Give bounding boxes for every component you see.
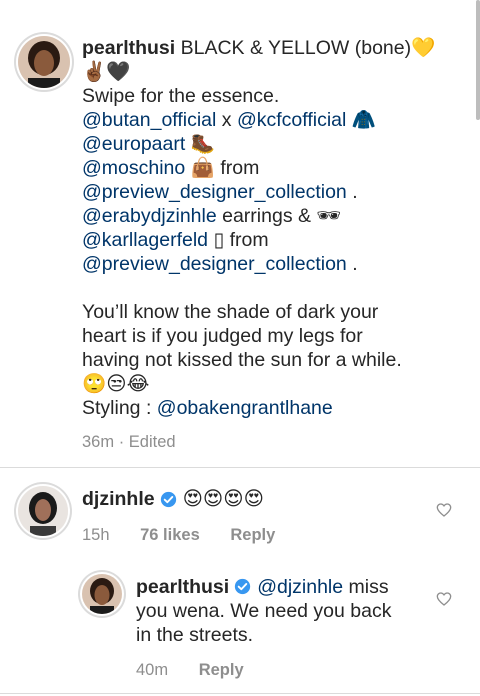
comment-time: 15h [82, 526, 110, 544]
styling-label: Styling : [82, 397, 157, 419]
reply-text-2: you wena. We need you back [136, 600, 392, 622]
mention-europaart[interactable]: @europaart [82, 133, 185, 155]
mention-kcfc[interactable]: @kcfcofficial [237, 109, 346, 131]
reply-pearlthusi: pearlthusi @djzinhle miss you wena. We ne… [136, 575, 426, 680]
caption-time: 36m [82, 433, 115, 451]
handbag-emoji: 👜 [190, 156, 215, 179]
caption-title: BLACK & YELLOW (bone)💛 [180, 37, 436, 59]
reply-username[interactable]: pearlthusi [136, 576, 229, 598]
comment-likes[interactable]: 76 likes [140, 526, 200, 544]
verified-badge-icon [160, 491, 176, 507]
comment-text: 😍😍😍😍 [182, 487, 264, 510]
reply-button[interactable]: Reply [230, 526, 275, 544]
caption-swipe: Swipe for the essence. [82, 85, 280, 107]
avatar-image [82, 574, 122, 614]
caption-earrings: earrings & [216, 205, 317, 227]
mention-obakengrantlhane[interactable]: @obakengrantlhane [157, 397, 333, 419]
caption-period-1: . [346, 181, 358, 203]
caption-paragraph-1: You’ll know the shade of dark your [82, 301, 379, 323]
caption-paragraph-3: having not kissed the sun for a while. [82, 349, 402, 371]
comment-avatar-djzinhle[interactable] [18, 486, 68, 536]
reply-button[interactable]: Reply [199, 661, 244, 679]
caption-paragraph-2: heart is if you judged my legs for [82, 325, 363, 347]
comment-djzinhle: djzinhle 😍😍😍😍 15h 76 likes Reply [82, 486, 422, 545]
caption-username[interactable]: pearlthusi [82, 37, 175, 59]
mention-moschino[interactable]: @moschino [82, 157, 185, 179]
caption-edited: · Edited [114, 433, 176, 451]
avatar-image [18, 486, 68, 536]
mention-erabydjzinhle[interactable]: @erabydjzinhle [82, 205, 217, 227]
avatar-image [18, 36, 70, 88]
sunglasses-emoji: 🕶 [316, 204, 342, 227]
caption-avatar[interactable] [18, 36, 70, 88]
verified-badge-icon [235, 578, 251, 595]
scrollbar[interactable] [476, 0, 480, 120]
caption-meta: 36m · Edited [82, 430, 442, 454]
reply-text-1: miss [343, 576, 389, 598]
comment-actions: 15h 76 likes Reply [82, 526, 422, 545]
mention-karllagerfeld[interactable]: @karllagerfeld [82, 229, 208, 251]
bottom-divider [0, 693, 480, 694]
caption-body: pearlthusi BLACK & YELLOW (bone)💛 ✌🏾🖤 Sw… [82, 36, 442, 454]
comment-username[interactable]: djzinhle [82, 486, 155, 512]
caption-emojis: 🙄😒😂 [82, 372, 150, 395]
caption-period-2: . [346, 253, 358, 275]
mention-preview-1[interactable]: @preview_designer_collection [82, 181, 347, 203]
reply-mention[interactable]: @djzinhle [257, 576, 343, 598]
caption-from-2: ▯ from [208, 229, 269, 251]
reply-text-3: in the streets. [136, 624, 254, 646]
mention-butan[interactable]: @butan_official [82, 109, 216, 131]
caption-line2: ✌🏾🖤 [82, 60, 131, 83]
coat-emoji: 🧥 [351, 108, 377, 131]
reply-actions: 40m Reply [136, 661, 426, 680]
heart-outline-icon[interactable] [436, 502, 452, 518]
caption-from: from [214, 157, 260, 179]
mention-preview-2[interactable]: @preview_designer_collection [82, 253, 347, 275]
boot-emoji: 🥾 [190, 132, 215, 155]
heart-outline-icon[interactable] [436, 591, 452, 607]
reply-avatar-pearlthusi[interactable] [82, 574, 122, 614]
caption-divider [0, 467, 480, 468]
reply-time: 40m [136, 661, 169, 679]
caption-x: x [216, 109, 237, 131]
